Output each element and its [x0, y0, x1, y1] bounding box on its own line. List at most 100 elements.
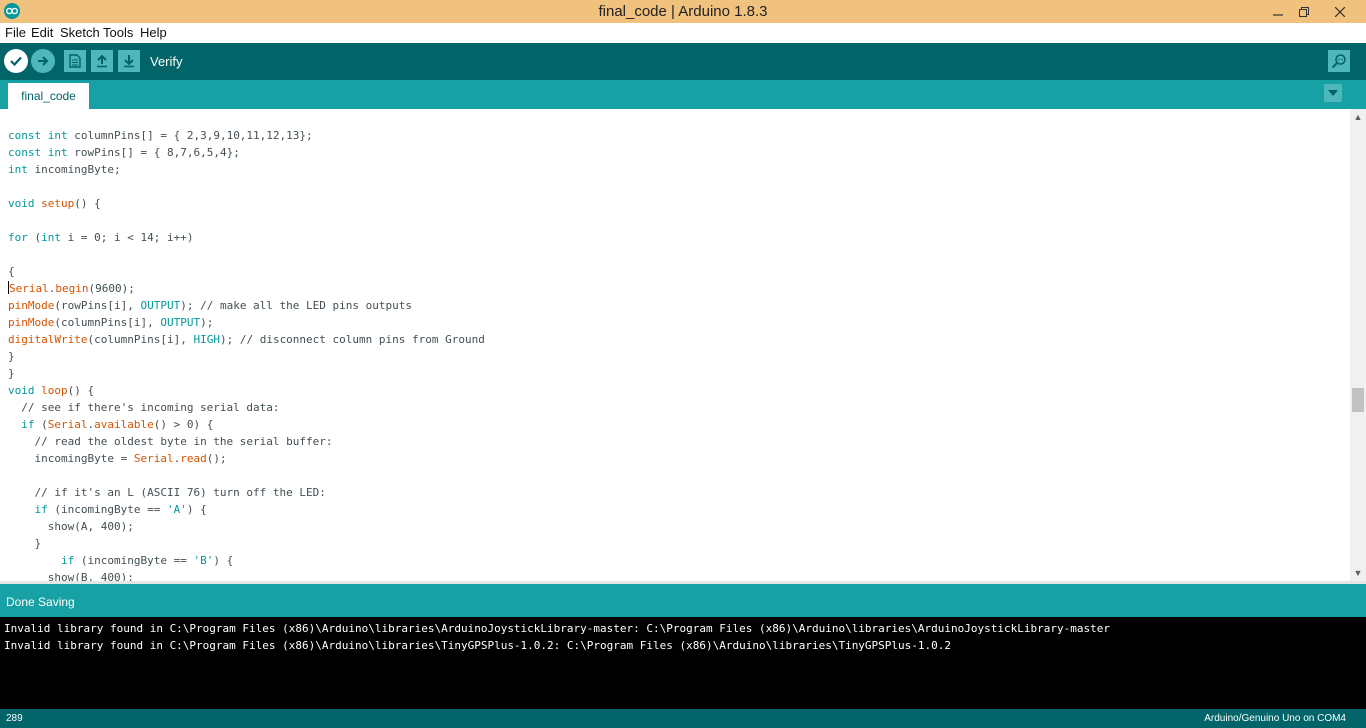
code-line[interactable] — [8, 467, 485, 484]
restore-button[interactable] — [1288, 0, 1320, 23]
code-line[interactable]: void loop() { — [8, 382, 485, 399]
code-token: // disconnect column pins from Ground — [239, 333, 485, 346]
code-line[interactable]: if (incomingByte == 'B') { — [8, 552, 485, 569]
code-token: show(A, 400); — [8, 520, 134, 533]
serial-monitor-button[interactable] — [1328, 50, 1350, 72]
code-token: // read the oldest byte in the serial bu… — [34, 435, 333, 448]
scroll-up-icon[interactable]: ▲ — [1350, 110, 1366, 124]
menu-tools[interactable]: Tools — [103, 25, 133, 40]
code-text[interactable]: const int columnPins[] = { 2,3,9,10,11,1… — [8, 127, 485, 581]
editor-vertical-scrollbar[interactable]: ▲ ▼ — [1350, 109, 1366, 581]
code-line[interactable]: int incomingByte; — [8, 161, 485, 178]
code-line[interactable] — [8, 246, 485, 263]
verify-button[interactable] — [4, 49, 28, 73]
upload-button[interactable] — [31, 49, 55, 73]
code-token: Serial — [133, 452, 174, 465]
code-line[interactable]: const int rowPins[] = { 8,7,6,5,4}; — [8, 144, 485, 161]
title-bar: final_code | Arduino 1.8.3 — [0, 0, 1366, 23]
code-token: if — [34, 503, 48, 516]
save-button[interactable] — [118, 50, 140, 72]
code-line[interactable]: show(B, 400); — [8, 569, 485, 581]
code-token: (columnPins[i], — [54, 316, 161, 329]
code-token: int — [41, 231, 61, 244]
tab-final-code[interactable]: final_code — [8, 83, 89, 109]
console-output[interactable]: Invalid library found in C:\Program File… — [0, 617, 1366, 709]
code-line[interactable]: show(A, 400); — [8, 518, 485, 535]
code-line[interactable]: Serial.begin(9600); — [8, 280, 485, 297]
code-line[interactable]: // see if there's incoming serial data: — [8, 399, 485, 416]
code-token: pinMode — [8, 316, 55, 329]
code-token: incomingByte = — [8, 452, 134, 465]
code-token: pinMode — [8, 299, 55, 312]
toolbar: Verify — [0, 43, 1366, 80]
code-line[interactable]: // if it's an L (ASCII 76) turn off the … — [8, 484, 485, 501]
chevron-down-icon — [1328, 90, 1338, 96]
code-line[interactable] — [8, 178, 485, 195]
code-token: () { — [74, 197, 101, 210]
code-token: if — [60, 554, 75, 567]
menu-file[interactable]: File — [5, 25, 26, 40]
code-token: (incomingByte == — [47, 503, 167, 516]
scrollbar-thumb[interactable] — [1352, 388, 1364, 412]
scroll-down-icon[interactable]: ▼ — [1350, 566, 1366, 580]
open-button[interactable] — [91, 50, 113, 72]
code-token: for — [8, 231, 28, 244]
code-token: ) { — [213, 554, 234, 567]
console-line: Invalid library found in C:\Program File… — [4, 622, 1110, 635]
magnifier-icon — [1331, 54, 1346, 69]
code-editor[interactable]: const int columnPins[] = { 2,3,9,10,11,1… — [0, 109, 1350, 581]
code-line[interactable]: if (incomingByte == 'A') { — [8, 501, 485, 518]
code-line[interactable]: if (Serial.available() > 0) { — [8, 416, 485, 433]
close-button[interactable] — [1322, 0, 1358, 23]
menu-sketch[interactable]: Sketch — [60, 25, 100, 40]
code-token: (); — [206, 452, 227, 465]
new-button[interactable] — [64, 50, 86, 72]
code-token: // if it's an L (ASCII 76) turn off the … — [34, 486, 326, 499]
arrow-down-icon — [124, 55, 134, 68]
code-line[interactable]: } — [8, 348, 485, 365]
code-token: incomingByte; — [27, 163, 121, 176]
arrow-up-icon — [97, 54, 107, 68]
code-token: i = 0; i < 14; i++) — [61, 231, 194, 244]
code-token: ); — [219, 333, 240, 346]
code-token: ); — [180, 299, 201, 312]
code-token: () { — [67, 384, 95, 397]
checkmark-icon — [10, 56, 22, 67]
code-line[interactable]: for (int i = 0; i < 14; i++) — [8, 229, 485, 246]
code-line[interactable]: incomingByte = Serial.read(); — [8, 450, 485, 467]
code-line[interactable]: pinMode(rowPins[i], OUTPUT); // make all… — [8, 297, 485, 314]
status-message: Done Saving — [6, 595, 75, 609]
menu-help[interactable]: Help — [140, 25, 167, 40]
toolbar-hover-label: Verify — [150, 54, 183, 69]
line-number: 289 — [6, 713, 23, 724]
code-token: // make all the LED pins outputs — [200, 299, 412, 312]
tab-menu-button[interactable] — [1324, 84, 1342, 102]
code-token: (9600); — [88, 282, 135, 295]
code-token: const — [8, 146, 42, 159]
code-line[interactable]: } — [8, 365, 485, 382]
board-port-label: Arduino/Genuino Uno on COM4 — [1204, 713, 1346, 724]
code-line[interactable]: } — [8, 535, 485, 552]
code-line[interactable]: pinMode(columnPins[i], OUTPUT); — [8, 314, 485, 331]
code-token: 'B' — [193, 554, 214, 567]
code-token: available — [94, 418, 154, 431]
code-token: } — [8, 350, 15, 363]
code-token: OUTPUT — [140, 299, 181, 312]
code-token: HIGH — [193, 333, 220, 346]
code-line[interactable]: void setup() { — [8, 195, 485, 212]
menu-edit[interactable]: Edit — [31, 25, 53, 40]
code-token: (rowPins[i], — [54, 299, 141, 312]
code-line[interactable]: { — [8, 263, 485, 280]
code-token: Serial — [47, 418, 88, 431]
code-line[interactable]: // read the oldest byte in the serial bu… — [8, 433, 485, 450]
code-token: } — [8, 537, 42, 550]
footer-bar: 289 Arduino/Genuino Uno on COM4 — [0, 709, 1366, 728]
code-token: () > 0) { — [153, 418, 214, 431]
code-line[interactable] — [8, 212, 485, 229]
code-line[interactable]: digitalWrite(columnPins[i], HIGH); // di… — [8, 331, 485, 348]
code-token: int — [8, 163, 28, 176]
code-line[interactable]: const int columnPins[] = { 2,3,9,10,11,1… — [8, 127, 485, 144]
